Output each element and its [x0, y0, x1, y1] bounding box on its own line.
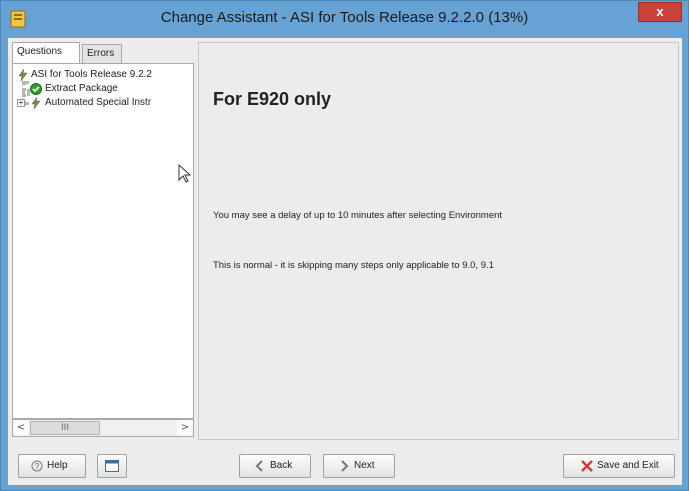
window-title: Change Assistant - ASI for Tools Release…: [160, 9, 529, 26]
scroll-left-icon[interactable]: <: [13, 420, 29, 436]
lightning-icon: [18, 69, 28, 81]
tree-item-automated-special[interactable]: + Automated Special Instr: [13, 96, 193, 110]
page-heading: For E920 only: [213, 89, 332, 109]
x-icon: [581, 460, 593, 472]
tab-questions[interactable]: Questions: [12, 42, 80, 64]
scroll-right-icon[interactable]: >: [177, 420, 193, 436]
button-bar: ? Help Back Next Save and Exit: [8, 440, 682, 485]
tree-item-root[interactable]: ASI for Tools Release 9.2.2: [13, 68, 193, 82]
title-bar[interactable]: Change Assistant - ASI for Tools Release…: [1, 1, 688, 37]
step-tree: ASI for Tools Release 9.2.2 Extract Pack…: [12, 63, 194, 419]
help-label: Help: [47, 460, 68, 471]
tree-item-label: ASI for Tools Release 9.2.2: [31, 69, 152, 80]
message-text: This is normal - it is skipping many ste…: [213, 260, 494, 271]
back-arrow-icon: [255, 460, 263, 472]
save-and-exit-button[interactable]: Save and Exit: [563, 454, 675, 478]
help-icon: ?: [31, 460, 43, 472]
save-and-exit-label: Save and Exit: [597, 460, 659, 471]
window-icon: [105, 460, 119, 472]
close-button[interactable]: x: [638, 2, 682, 22]
lightning-icon: [31, 97, 41, 109]
next-button[interactable]: Next: [323, 454, 395, 478]
back-button[interactable]: Back: [239, 454, 311, 478]
scroll-thumb[interactable]: III: [30, 421, 100, 435]
horizontal-scrollbar[interactable]: < III >: [12, 419, 194, 437]
svg-text:?: ?: [35, 462, 40, 471]
back-label: Back: [270, 460, 293, 471]
tree-item-label: Extract Package: [45, 83, 118, 94]
tab-errors[interactable]: Errors: [82, 44, 122, 64]
app-icon: [10, 10, 26, 28]
tree-item-label: Automated Special Instr: [45, 97, 152, 108]
next-arrow-icon: [341, 460, 349, 472]
next-label: Next: [354, 460, 375, 471]
left-panel: Questions Errors ASI for Tools Release 9…: [12, 42, 194, 440]
tree-item-extract-package[interactable]: Extract Package: [13, 82, 193, 96]
change-assistant-window: Change Assistant - ASI for Tools Release…: [0, 0, 689, 491]
mouse-cursor-icon: [178, 164, 192, 183]
log-button[interactable]: [97, 454, 127, 478]
check-circle-icon: [30, 83, 42, 95]
message-text: You may see a delay of up to 10 minutes …: [213, 210, 503, 221]
expand-icon[interactable]: +: [17, 99, 25, 107]
help-button[interactable]: ? Help: [18, 454, 86, 478]
client-area: Questions Errors ASI for Tools Release 9…: [8, 38, 682, 485]
tab-strip: Questions Errors: [12, 42, 194, 64]
content-panel: For E920 only You may see a delay of up …: [198, 42, 679, 440]
